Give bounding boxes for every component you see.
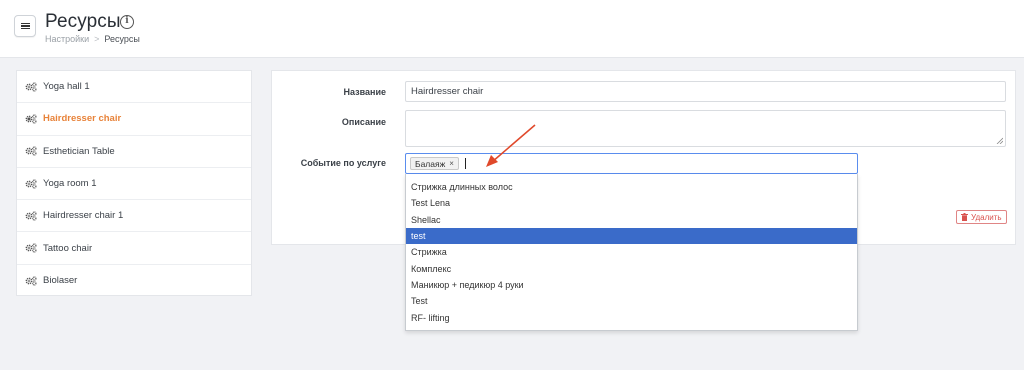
resize-grip-icon[interactable] <box>996 137 1003 144</box>
dropdown-option[interactable]: Shellac <box>406 212 857 228</box>
dropdown-option[interactable]: Test Lena <box>406 195 857 211</box>
annotation-arrow-icon <box>486 124 536 167</box>
selected-tag: Балаяж × <box>410 157 459 170</box>
sidebar-item-label: Biolaser <box>43 275 78 287</box>
name-input[interactable]: Hairdresser chair <box>405 81 1006 102</box>
gears-icon <box>25 243 37 253</box>
sidebar-item[interactable]: Hairdresser chair 1 <box>17 200 251 233</box>
trash-icon <box>961 213 968 221</box>
sidebar-item[interactable]: Biolaser <box>17 265 251 297</box>
name-input-value: Hairdresser chair <box>411 86 484 97</box>
gears-icon <box>25 211 37 221</box>
breadcrumb-parent[interactable]: Настройки <box>45 34 89 44</box>
text-cursor <box>464 158 466 169</box>
dropdown-option[interactable]: Стрижка длинных волос <box>406 179 857 195</box>
gears-icon <box>25 276 37 286</box>
breadcrumb-current: Ресурсы <box>104 34 140 44</box>
selected-tag-label: Балаяж <box>415 158 446 169</box>
resource-list: Yoga hall 1 Hairdresser chair Esthetician … <box>16 70 252 296</box>
gears-icon <box>25 146 37 156</box>
service-event-select[interactable]: Балаяж × <box>405 153 858 174</box>
sidebar-item-label: Yoga hall 1 <box>43 81 90 93</box>
page-header: Ресурсы i Настройки > Ресурсы <box>0 0 1024 58</box>
name-label: Название <box>343 87 386 97</box>
dropdown-options: Стрижка длинных волос Test Lena Shellac tes… <box>406 179 857 326</box>
sidebar-item[interactable]: Hairdresser chair <box>17 103 251 136</box>
gears-icon <box>25 178 37 189</box>
info-icon[interactable]: i <box>120 15 134 29</box>
breadcrumb: Настройки > Ресурсы <box>45 34 140 44</box>
sidebar-item[interactable]: Yoga hall 1 <box>17 71 251 104</box>
page-title: Ресурсы <box>45 11 121 32</box>
dropdown-option[interactable]: Test <box>406 293 857 309</box>
breadcrumb-separator: > <box>94 34 100 44</box>
sidebar-item-label: Tattoo chair <box>43 242 93 254</box>
delete-label: Удалить <box>971 212 1002 222</box>
delete-button[interactable]: Удалить <box>956 210 1007 224</box>
dropdown-option[interactable]: test <box>406 227 857 245</box>
sidebar-item-label: Hairdresser chair 1 <box>43 210 124 222</box>
description-label: Описание <box>341 117 386 127</box>
sidebar-item[interactable]: Esthetician Table <box>17 136 251 168</box>
menu-toggle-button[interactable] <box>14 15 36 37</box>
hamburger-icon <box>20 22 30 30</box>
dropdown-option[interactable]: Маникюр + педикюр 4 руки <box>406 277 857 293</box>
sidebar-item-label: Hairdresser chair <box>43 113 122 125</box>
sidebar-item-label: Esthetician Table <box>43 145 115 157</box>
sidebar-item-label: Yoga room 1 <box>43 178 97 190</box>
dropdown-option[interactable]: RF- lifting <box>406 309 857 325</box>
gears-icon <box>25 82 37 92</box>
dropdown-option[interactable]: Стрижка <box>406 244 857 260</box>
dropdown-option[interactable]: Комплекс <box>406 260 857 276</box>
sidebar-item[interactable]: Yoga room 1 <box>17 168 251 201</box>
gears-icon <box>25 114 37 124</box>
service-dropdown[interactable]: Стрижка длинных волос Test Lena Shellac tes… <box>405 174 858 331</box>
service-event-label: Событие по услуге <box>300 158 386 168</box>
sidebar-item[interactable]: Tattoo chair <box>17 232 251 265</box>
remove-tag-icon[interactable]: × <box>449 159 454 168</box>
